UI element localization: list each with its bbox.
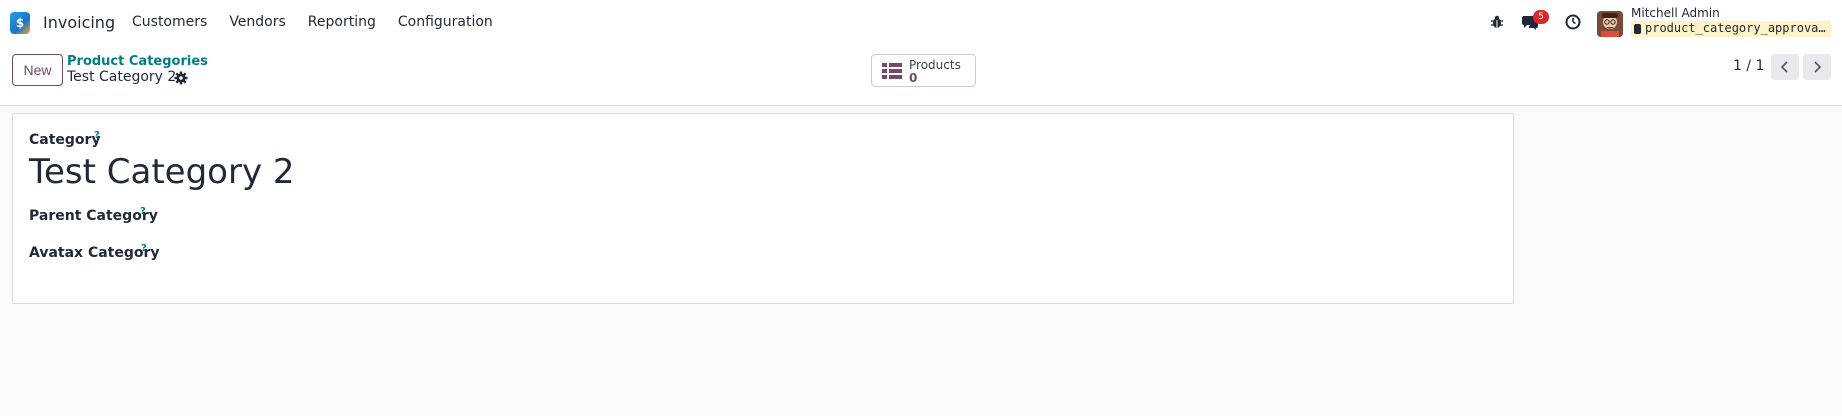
main-navbar: $ Invoicing Customers Vendors Reporting …: [0, 0, 1842, 46]
chevron-left-icon: [1780, 61, 1788, 73]
chevron-right-icon: [1814, 61, 1822, 73]
bug-icon[interactable]: [1490, 14, 1504, 30]
breadcrumb-current-record: Test Category 2: [67, 69, 177, 85]
user-name[interactable]: Mitchell Admin: [1631, 6, 1720, 20]
pager-value[interactable]: 1 / 1: [1733, 58, 1764, 74]
list-icon: [882, 63, 902, 79]
invoicing-app-icon[interactable]: $: [10, 12, 30, 34]
products-smart-button[interactable]: Products 0: [871, 54, 976, 87]
menu-vendors[interactable]: Vendors: [229, 14, 285, 30]
pager-previous-button[interactable]: [1771, 54, 1799, 80]
database-label: product_category_approva…: [1645, 21, 1826, 35]
user-avatar[interactable]: [1597, 11, 1623, 37]
avatax-category-help-tooltip[interactable]: ?: [141, 243, 147, 254]
avatax-category-label: Avatax Category: [29, 245, 160, 261]
app-name[interactable]: Invoicing: [43, 13, 115, 32]
menu-configuration[interactable]: Configuration: [398, 14, 493, 30]
smart-button-label: Products: [909, 58, 961, 72]
smart-button-count: 0: [909, 71, 918, 85]
control-panel: New Product Categories Test Category 2 P…: [0, 46, 1842, 106]
parent-category-field[interactable]: [173, 206, 673, 226]
database-icon: [1634, 24, 1641, 34]
category-help-tooltip[interactable]: ?: [94, 130, 100, 141]
gear-icon[interactable]: [174, 71, 188, 85]
menu-reporting[interactable]: Reporting: [308, 14, 376, 30]
pager-next-button[interactable]: [1803, 54, 1831, 80]
breadcrumb-product-categories[interactable]: Product Categories: [67, 54, 208, 69]
menu-customers[interactable]: Customers: [132, 14, 207, 30]
form-sheet: Category ? Test Category 2 Parent Catego…: [12, 113, 1514, 304]
parent-category-help-tooltip[interactable]: ?: [140, 206, 146, 217]
new-button[interactable]: New: [12, 54, 63, 86]
database-name: product_category_approva…: [1631, 21, 1831, 37]
avatax-category-field[interactable]: [173, 243, 673, 263]
nav-menu: Customers Vendors Reporting Configuratio…: [132, 14, 515, 30]
parent-category-label: Parent Category: [29, 208, 158, 224]
category-name-input[interactable]: Test Category 2: [29, 152, 295, 192]
notification-badge: 5: [1533, 10, 1549, 24]
category-label: Category: [29, 132, 101, 148]
activity-clock-icon[interactable]: [1565, 14, 1581, 30]
